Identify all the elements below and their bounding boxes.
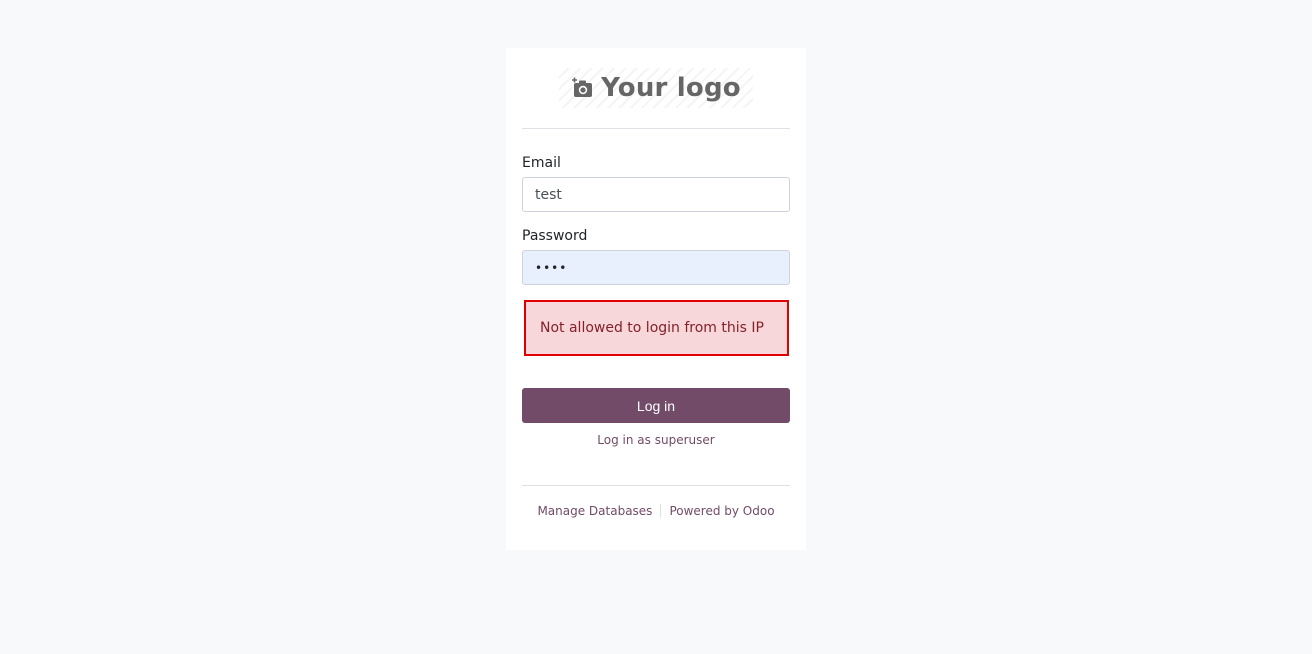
- error-message: Not allowed to login from this IP: [540, 320, 764, 336]
- email-label: Email: [522, 155, 561, 171]
- footer: Manage Databases Powered by Odoo: [522, 485, 790, 536]
- password-value: ••••: [535, 260, 568, 275]
- company-logo: Your logo: [559, 68, 753, 108]
- superuser-link[interactable]: Log in as superuser: [597, 433, 714, 447]
- login-button[interactable]: Log in: [522, 388, 790, 423]
- logo-text: Your logo: [601, 73, 741, 103]
- login-card: Your logo Email test Password •••• Not a…: [506, 48, 806, 550]
- password-input[interactable]: ••••: [522, 250, 790, 285]
- powered-by-odoo-link[interactable]: Powered by Odoo: [669, 504, 774, 518]
- email-value: test: [535, 186, 562, 203]
- footer-divider: [660, 504, 662, 518]
- camera-add-icon: [571, 77, 593, 99]
- email-input[interactable]: test: [522, 177, 790, 212]
- error-alert: Not allowed to login from this IP: [524, 300, 789, 356]
- manage-databases-link[interactable]: Manage Databases: [537, 504, 652, 518]
- logo-area: Your logo: [522, 48, 790, 129]
- superuser-link-wrap: Log in as superuser: [522, 433, 790, 447]
- password-label: Password: [522, 228, 588, 244]
